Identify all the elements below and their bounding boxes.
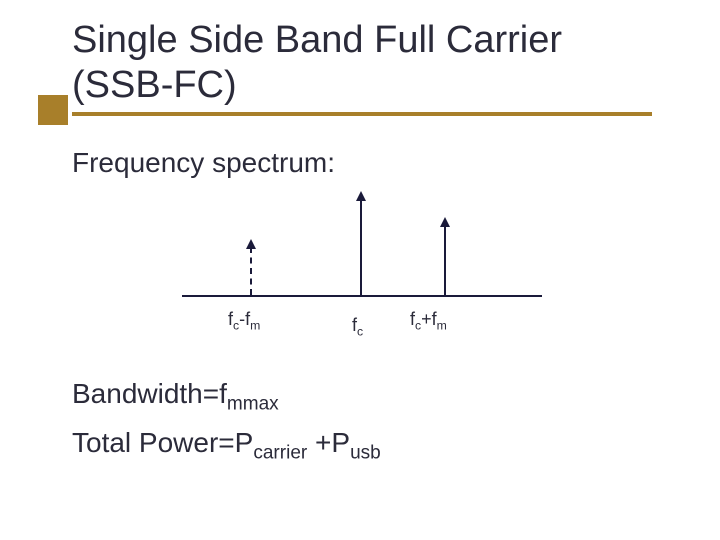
fc-c: c bbox=[357, 325, 363, 339]
usb-m: m bbox=[437, 319, 447, 333]
power-prefix: Total Power=P bbox=[72, 427, 253, 458]
power-plus: +P bbox=[307, 427, 350, 458]
power-carrier-sub: carrier bbox=[253, 443, 307, 464]
carrier-arrow-head-icon bbox=[356, 191, 366, 201]
usb-arrow-line bbox=[444, 225, 446, 295]
power-line: Total Power=Pcarrier +Pusb bbox=[72, 424, 648, 463]
bandwidth-sub: mmax bbox=[227, 394, 279, 415]
lsb-arrow-line bbox=[250, 247, 252, 295]
lsb-axis-label: fc-fm bbox=[228, 307, 260, 332]
subtitle: Frequency spectrum: bbox=[72, 144, 648, 182]
title-underline bbox=[72, 112, 652, 116]
spectrum-diagram: fc-fm fc fc+fm bbox=[182, 195, 542, 355]
usb-axis-label: fc+fm bbox=[410, 307, 447, 332]
usb-plus: +f bbox=[421, 309, 437, 329]
slide-title: Single Side Band Full Carrier (SSB-FC) bbox=[72, 18, 648, 108]
lsb-m: m bbox=[250, 319, 260, 333]
carrier-arrow-line bbox=[360, 199, 362, 295]
bandwidth-prefix: Bandwidth=f bbox=[72, 378, 227, 409]
slide-body: Frequency spectrum: fc-fm fc fc+fm bbox=[72, 144, 648, 463]
usb-arrow-head-icon bbox=[440, 217, 450, 227]
slide: Single Side Band Full Carrier (SSB-FC) F… bbox=[0, 0, 720, 463]
bandwidth-line: Bandwidth=fmmax bbox=[72, 375, 648, 414]
title-block: Single Side Band Full Carrier (SSB-FC) bbox=[72, 18, 648, 116]
fc-axis-label: fc bbox=[352, 313, 363, 338]
power-usb-sub: usb bbox=[350, 443, 381, 464]
frequency-axis bbox=[182, 295, 542, 297]
title-accent-square bbox=[38, 95, 68, 125]
lsb-arrow-head-icon bbox=[246, 239, 256, 249]
lsb-minus: -f bbox=[239, 309, 250, 329]
